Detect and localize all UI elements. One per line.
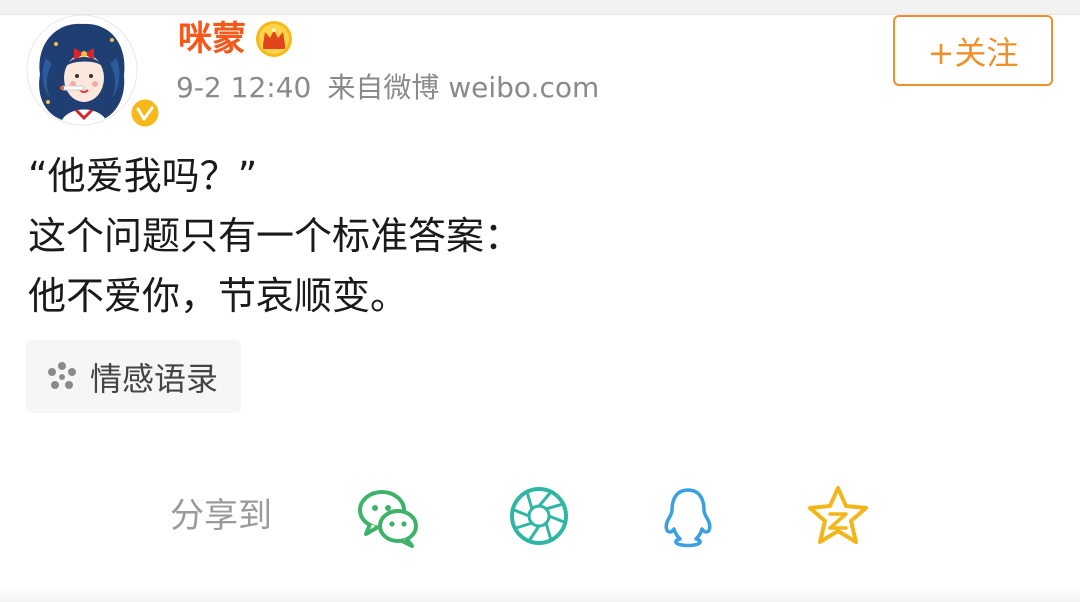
verified-v-icon [129, 97, 161, 129]
wechat-icon [358, 490, 418, 548]
moments-icon [510, 487, 568, 545]
post-line: “他爱我吗？” [28, 154, 258, 198]
wechat-share-button[interactable] [356, 484, 420, 548]
post-line: 他不爱你，节哀顺变。 [28, 274, 409, 318]
username-row: 咪蒙 [178, 14, 294, 64]
post-source[interactable]: 来自微博 weibo.com [327, 71, 599, 104]
post-meta: 9-2 12:40 来自微博 weibo.com [176, 68, 599, 108]
qzone-share-button[interactable] [806, 484, 870, 548]
qzone-star-icon [808, 486, 868, 544]
crown-icon[interactable] [254, 19, 294, 59]
avatar-illustration-icon [26, 14, 138, 126]
topic-label: 情感语录 [90, 359, 219, 398]
qq-icon [664, 488, 712, 548]
share-label: 分享到 [170, 496, 272, 536]
topic-flower-icon [48, 361, 76, 389]
avatar[interactable] [26, 14, 161, 129]
post-timestamp: 9-2 12:40 [176, 71, 312, 104]
top-divider [0, 0, 1080, 15]
username[interactable]: 咪蒙 [178, 14, 246, 64]
follow-button[interactable]: +关注 [893, 15, 1053, 86]
post-line: 这个问题只有一个标准答案： [28, 214, 523, 258]
moments-share-button[interactable] [507, 484, 571, 548]
post-body: “他爱我吗？” 这个问题只有一个标准答案： 他不爱你，节哀顺变。 [28, 146, 522, 326]
bottom-divider [0, 586, 1080, 602]
qq-share-button[interactable] [656, 484, 720, 548]
topic-tag[interactable]: 情感语录 [26, 340, 241, 413]
